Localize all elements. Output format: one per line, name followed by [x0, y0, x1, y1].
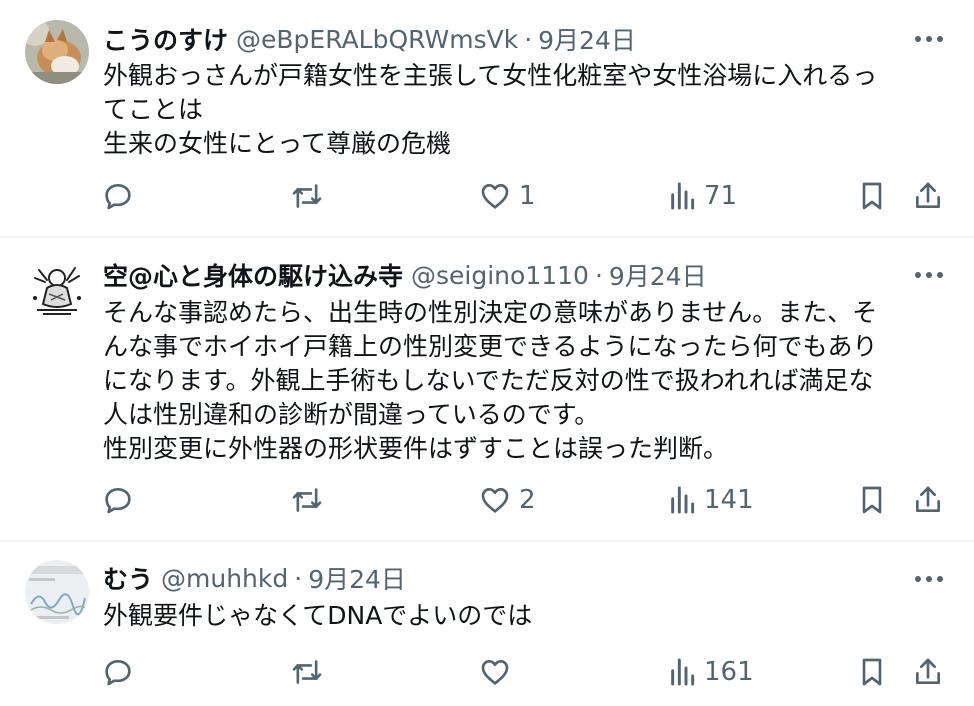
- tweet-text: 外観要件じゃなくてDNAでよいのでは: [103, 599, 953, 633]
- views-chart-icon: [671, 658, 695, 686]
- tweet-text: 外観おっさんが戸籍女性を主張して女性化粧室や女性浴場に入れるっ てことは 生来の…: [103, 59, 953, 161]
- tweet-header: こうのすけ @eBpERALbQRWmsVk · 9月24日: [103, 20, 636, 58]
- sketch-drawing-icon: [25, 258, 89, 322]
- tweet-actions: 161: [0, 652, 974, 692]
- more-options-button[interactable]: [908, 260, 950, 290]
- like-count: 2: [519, 485, 536, 515]
- repost-button[interactable]: [290, 176, 324, 216]
- separator: ·: [524, 24, 533, 54]
- repost-icon: [292, 488, 322, 512]
- more-icon: [915, 272, 943, 278]
- tweet-actions: 2 141: [0, 480, 974, 520]
- views-button[interactable]: 141: [668, 480, 754, 520]
- tweet-text-line: 外観おっさんが戸籍女性を主張して女性化粧室や女性浴場に入れるっ: [103, 61, 878, 90]
- repost-icon: [292, 660, 322, 684]
- like-button[interactable]: 2: [479, 480, 536, 520]
- bookmark-icon: [862, 658, 882, 686]
- tweet-date[interactable]: 9月24日: [538, 21, 636, 57]
- repost-button[interactable]: [290, 480, 324, 520]
- heart-icon: [481, 488, 509, 513]
- like-button[interactable]: [479, 652, 511, 692]
- tweet-text-line: んな事でホイホイ戸籍上の性別変更できるようになったら何でもあり: [103, 332, 878, 361]
- avatar[interactable]: [25, 258, 89, 322]
- display-name[interactable]: 空@心と身体の駆け込み寺: [103, 257, 403, 293]
- user-handle[interactable]: @eBpERALbQRWmsVk: [236, 25, 518, 54]
- share-icon: [916, 182, 941, 208]
- views-chart-icon: [671, 486, 695, 514]
- tweet-3[interactable]: むう @muhhkd · 9月24日 外観要件じゃなくてDNAでよいのでは 16…: [0, 542, 974, 706]
- tweet-1[interactable]: こうのすけ @eBpERALbQRWmsVk · 9月24日 外観おっさんが戸籍…: [0, 0, 974, 236]
- tweet-text-line: 人は性別違和の診断が間違っているのです。: [103, 400, 600, 429]
- more-icon: [915, 576, 943, 582]
- tweet-text: そんな事認めたら、出生時の性別決定の意味がありません。また、そ んな事でホイホイ…: [103, 296, 953, 466]
- tweet-text-line: 性別変更に外性器の形状要件はずすことは誤った判断。: [103, 434, 729, 463]
- view-count: 71: [704, 181, 738, 211]
- like-count: 1: [519, 181, 536, 211]
- repost-icon: [292, 184, 322, 208]
- screenshot-thumbnail-icon: [25, 560, 89, 624]
- like-button[interactable]: 1: [479, 176, 536, 216]
- separator: ·: [294, 563, 303, 593]
- display-name[interactable]: むう: [103, 560, 153, 596]
- display-name[interactable]: こうのすけ: [103, 21, 228, 57]
- reply-icon: [105, 488, 131, 514]
- bookmark-button[interactable]: [858, 652, 886, 692]
- avatar[interactable]: [25, 20, 89, 84]
- cat-photo-icon: [25, 20, 89, 84]
- tweet-text-line: そんな事認めたら、出生時の性別決定の意味がありません。また、そ: [103, 298, 878, 327]
- avatar[interactable]: [25, 560, 89, 624]
- reply-icon: [105, 660, 131, 686]
- share-icon: [916, 658, 941, 684]
- tweet-2[interactable]: 空@心と身体の駆け込み寺 @seigino1110 · 9月24日 そんな事認め…: [0, 238, 974, 540]
- bookmark-button[interactable]: [858, 480, 886, 520]
- separator: ·: [594, 260, 603, 290]
- share-icon: [916, 486, 941, 512]
- bookmark-icon: [862, 182, 882, 210]
- user-handle[interactable]: @muhhkd: [161, 564, 288, 593]
- heart-icon: [481, 660, 509, 685]
- tweet-text-line: 外観要件じゃなくてDNAでよいのでは: [103, 601, 533, 630]
- tweet-text-line: てことは: [103, 95, 204, 124]
- share-button[interactable]: [913, 176, 943, 216]
- tweet-header: むう @muhhkd · 9月24日: [103, 559, 406, 597]
- share-button[interactable]: [913, 652, 943, 692]
- reply-icon: [105, 184, 131, 210]
- user-handle[interactable]: @seigino1110: [411, 261, 589, 290]
- tweet-header: 空@心と身体の駆け込み寺 @seigino1110 · 9月24日: [103, 256, 707, 294]
- share-button[interactable]: [913, 480, 943, 520]
- views-button[interactable]: 161: [668, 652, 754, 692]
- tweet-date[interactable]: 9月24日: [308, 560, 406, 596]
- bookmark-button[interactable]: [858, 176, 886, 216]
- reply-button[interactable]: [102, 176, 134, 216]
- more-icon: [915, 36, 943, 42]
- bookmark-icon: [862, 486, 882, 514]
- view-count: 141: [704, 485, 754, 515]
- tweet-actions: 1 71: [0, 176, 974, 216]
- reply-button[interactable]: [102, 652, 134, 692]
- reply-button[interactable]: [102, 480, 134, 520]
- heart-icon: [481, 184, 509, 209]
- view-count: 161: [704, 657, 754, 687]
- repost-button[interactable]: [290, 652, 324, 692]
- tweet-text-line: になります。外観上手術もしないでただ反対の性で扱われれば満足な: [103, 366, 874, 395]
- views-button[interactable]: 71: [668, 176, 737, 216]
- tweet-text-line: 生来の女性にとって尊厳の危機: [103, 129, 452, 158]
- tweet-date[interactable]: 9月24日: [609, 257, 707, 293]
- views-chart-icon: [671, 182, 695, 210]
- more-options-button[interactable]: [908, 24, 950, 54]
- more-options-button[interactable]: [908, 564, 950, 594]
